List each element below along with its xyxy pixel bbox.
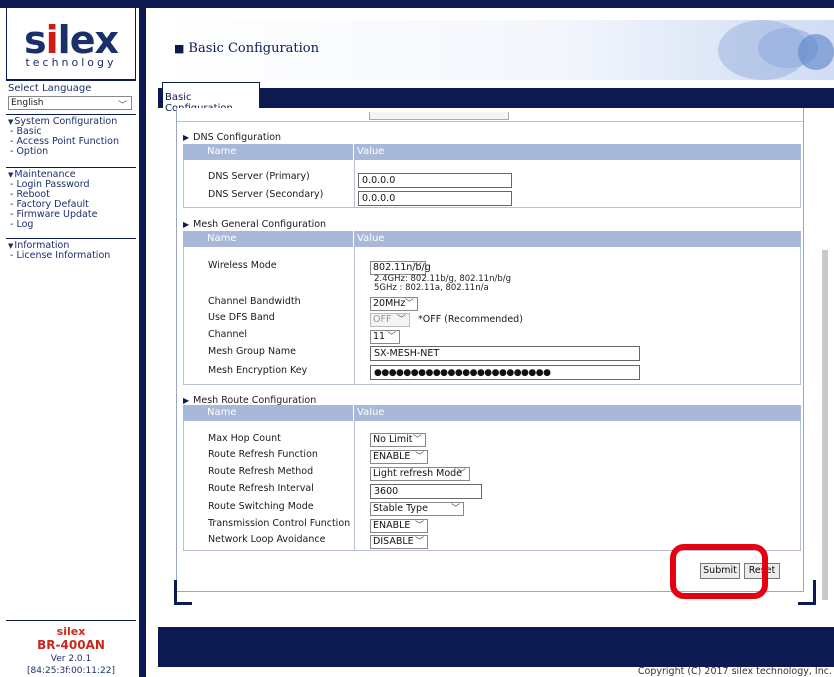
device-info: silex BR-400AN Ver 2.0.1 [84:25:3f:00:11…: [6, 620, 136, 677]
chevron-down-icon: ﹀: [456, 469, 466, 479]
network-loop-avoidance-select[interactable]: DISABLE ﹀: [370, 535, 428, 549]
mesh-general-section: Wireless Mode 802.11n/b/g ﹀ 2.4GHz: 802.1…: [183, 247, 801, 385]
footer-model: BR-400AN: [37, 638, 105, 652]
channel-bandwidth-label: Channel Bandwidth: [208, 296, 301, 307]
channel-label: Channel: [208, 329, 248, 340]
chevron-down-icon: ﹀: [414, 537, 424, 547]
mesh-route-section: Max Hop Count No Limit ﹀ Route Refresh Fu…: [183, 421, 801, 551]
chevron-down-icon: ﹀: [386, 332, 396, 342]
tab-basic-configuration[interactable]: Basic Configuration: [162, 82, 260, 114]
menu-maintenance: ▼Maintenance - Login Password - Reboot -…: [6, 167, 136, 237]
footer-mac: [84:25:3f:00:11:22]: [26, 666, 116, 676]
sidebar-item-license[interactable]: - License Information: [8, 251, 134, 261]
config-form: ▶ DNS Configuration Name Value DNS Server …: [176, 108, 804, 592]
silex-logo: silex technology: [6, 8, 136, 80]
transmission-control-select[interactable]: ENABLE ﹀: [370, 519, 428, 533]
language-section: Select Language English ﹀: [6, 80, 136, 112]
dns-column-header: Name Value: [183, 144, 801, 160]
triangle-down-icon: ▼: [8, 118, 14, 126]
footer-version: Ver 2.0.1: [50, 654, 92, 664]
chevron-down-icon: ﹀: [404, 299, 414, 309]
dns-primary-input[interactable]: 0.0.0.0: [358, 173, 512, 188]
sidebar-item-log[interactable]: - Log: [8, 220, 134, 230]
route-refresh-interval-label: Route Refresh Interval: [208, 483, 314, 494]
route-refresh-method-select[interactable]: Light refresh Mode ﹀: [370, 467, 470, 481]
language-select[interactable]: English ﹀: [8, 96, 132, 111]
mesh-group-name-input[interactable]: SX-MESH-NET: [370, 346, 640, 361]
chevron-down-icon: ﹀: [396, 315, 406, 325]
route-refresh-function-select[interactable]: ENABLE ﹀: [370, 450, 428, 464]
mesh-column-header: Name Value: [183, 231, 801, 247]
channel-bandwidth-select[interactable]: 20MHz ﹀: [370, 297, 418, 311]
menu-information: ▼Information - License Information: [6, 238, 136, 268]
panel-corner: [798, 602, 816, 605]
chevron-down-icon: ﹀: [412, 263, 422, 273]
panel-corner: [174, 602, 192, 605]
scrollbar-thumb[interactable]: [822, 250, 828, 600]
dns-primary-label: DNS Server (Primary): [208, 171, 310, 182]
chevron-down-icon: ﹀: [450, 504, 460, 514]
sidebar-item-option[interactable]: - Option: [8, 147, 134, 157]
top-bar: [0, 0, 834, 8]
page-header: ■ Basic Configuration: [158, 20, 834, 80]
footer-brand: silex: [56, 625, 86, 638]
dns-secondary-input[interactable]: 0.0.0.0: [358, 191, 512, 206]
submit-highlight-annotation: [670, 544, 768, 599]
route-refresh-function-label: Route Refresh Function: [208, 449, 318, 460]
chevron-down-icon: ﹀: [117, 101, 127, 111]
grid-icon: ■: [174, 42, 185, 55]
triangle-down-icon: ▼: [8, 171, 14, 179]
chevron-down-icon: ﹀: [412, 435, 422, 445]
route-switching-mode-label: Route Switching Mode: [208, 501, 314, 512]
triangle-right-icon: ▶: [183, 133, 190, 142]
footer-bar: [158, 627, 834, 667]
section-title-mesh-general: ▶ Mesh General Configuration: [183, 219, 327, 230]
chevron-down-icon: ﹀: [414, 452, 424, 462]
dfs-band-label: Use DFS Band: [208, 312, 275, 323]
copyright: Copyright (C) 2017 silex technology, Inc…: [637, 666, 832, 677]
max-hop-label: Max Hop Count: [208, 433, 281, 444]
dfs-band-select[interactable]: OFF ﹀: [370, 313, 410, 327]
chevron-down-icon: ﹀: [414, 521, 424, 531]
dfs-band-note: *OFF (Recommended): [418, 314, 523, 325]
menu-system: ▼System Configuration - Basic - Access P…: [6, 114, 136, 164]
triangle-down-icon: ▼: [8, 242, 14, 250]
panel-corner: [174, 580, 177, 604]
previous-section-remnant: [177, 108, 803, 122]
network-loop-avoidance-label: Network Loop Avoidance: [208, 534, 326, 545]
route-column-header: Name Value: [183, 405, 801, 421]
sidebar: silex technology Select Language English…: [0, 8, 146, 677]
section-title-dns: ▶ DNS Configuration: [183, 132, 282, 143]
mesh-encryption-key-input[interactable]: ●●●●●●●●●●●●●●●●●●●●●●●●: [370, 365, 640, 380]
panel-corner: [813, 580, 816, 604]
triangle-right-icon: ▶: [183, 396, 190, 405]
channel-select[interactable]: 11 ﹀: [370, 330, 400, 344]
header-decoration: [798, 34, 834, 70]
dns-section: DNS Server (Primary) 0.0.0.0 DNS Server …: [183, 160, 801, 208]
mesh-group-name-label: Mesh Group Name: [208, 346, 297, 357]
wireless-mode-label: Wireless Mode: [208, 260, 277, 271]
page-title: ■ Basic Configuration: [174, 41, 320, 56]
mesh-encryption-key-label: Mesh Encryption Key: [208, 365, 308, 376]
wireless-mode-select[interactable]: 802.11n/b/g ﹀: [370, 261, 431, 275]
transmission-control-label: Transmission Control Function: [208, 518, 351, 529]
dns-secondary-label: DNS Server (Secondary): [208, 189, 324, 200]
wireless-mode-hint-5: 5GHz : 802.11a, 802.11n/a: [374, 283, 489, 293]
triangle-right-icon: ▶: [183, 220, 190, 229]
route-refresh-method-label: Route Refresh Method: [208, 466, 314, 477]
max-hop-select[interactable]: No Limit ﹀: [370, 433, 426, 447]
route-switching-mode-select[interactable]: Stable Type ﹀: [370, 502, 464, 516]
language-label: Select Language: [8, 83, 92, 94]
route-refresh-interval-input[interactable]: 3600: [370, 484, 482, 499]
